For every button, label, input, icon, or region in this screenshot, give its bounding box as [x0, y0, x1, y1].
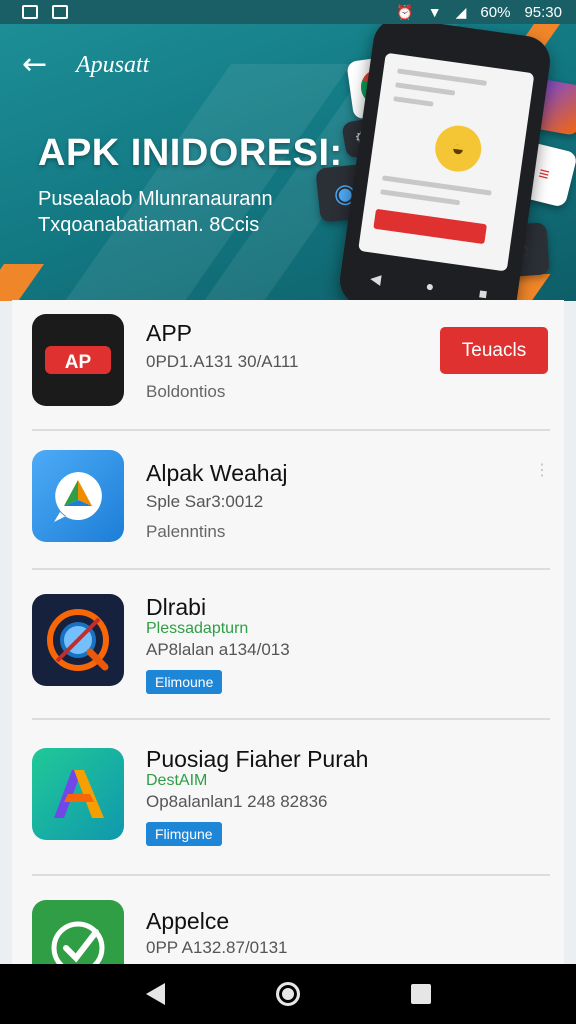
app-meta: 0PP A132.87/0131: [146, 938, 288, 957]
battery-level: 60%: [480, 3, 511, 21]
nav-recents-icon[interactable]: [410, 984, 431, 1004]
nav-back-icon[interactable]: [145, 983, 165, 1005]
signal-icon: ◢: [455, 3, 467, 20]
app-name: APP: [146, 320, 193, 346]
gallery-notification-icon: [22, 5, 38, 19]
banner-subtitle-line2: Txqoanabatiaman. 8Ccis: [38, 214, 260, 236]
list-item[interactable]: Dlrabi Plessadapturn AP8lalan a134/013 E…: [12, 570, 564, 718]
image-notification-icon: [52, 5, 68, 19]
svg-text:AP: AP: [65, 352, 92, 373]
list-item[interactable]: Puosiag Fiaher Purah DestAIM Op8alanlan1…: [12, 720, 564, 874]
header-banner: ← Apusatt APK INIDORESI: Pusealaob Mlunr…: [0, 24, 576, 301]
checkmark-icon: [32, 900, 124, 964]
phone-screen-button: [373, 208, 487, 245]
featured-app-icon: ◒: [432, 122, 485, 175]
status-bar: ⏰ ▼ ◢ 60% 95:30: [0, 0, 576, 24]
app-title: Apusatt: [76, 52, 150, 78]
category-tag[interactable]: Elimoune: [146, 670, 223, 694]
app-meta: Op8alanlan1 248 82836: [146, 792, 328, 811]
app-meta: AP8lalan a134/013: [146, 640, 290, 659]
magnifier-icon: [32, 594, 124, 686]
install-button[interactable]: Teuacls: [440, 327, 548, 374]
banner-headline: APK INIDORESI:: [38, 132, 343, 174]
system-nav-bar: [0, 964, 576, 1024]
app-name: Alpak Weahaj: [146, 460, 288, 486]
app-category: Palenntins: [146, 522, 226, 541]
back-arrow-icon[interactable]: ←: [22, 50, 47, 80]
app-list: AP APP 0PD1.A131 30/A111 Boldontios Teua…: [12, 300, 564, 964]
more-options-icon[interactable]: ⋮: [534, 460, 550, 480]
app-meta: Sple Sar3:0012: [146, 492, 264, 511]
clock: 95:30: [524, 3, 562, 21]
phone-nav-buttons: ◀ ● ■: [369, 269, 489, 301]
banner-subtitle-line1: Pusealaob Mlunranaurann: [38, 188, 273, 210]
app-name: Puosiag Fiaher Purah: [146, 746, 369, 772]
category-tag[interactable]: Flimgune: [146, 822, 222, 846]
app-developer: Plessadapturn: [146, 620, 249, 637]
list-item[interactable]: Appelce 0PP A132.87/0131: [12, 876, 564, 964]
apk-red-logo-icon: AP: [32, 314, 124, 406]
list-item[interactable]: Alpak Weahaj Sple Sar3:0012 Palenntins: [12, 430, 564, 568]
letter-a-icon: [32, 748, 124, 840]
phone-mockup: ◒ ◀ ● ■: [336, 24, 554, 301]
nav-home-icon[interactable]: [275, 982, 300, 1006]
app-name: Appelce: [146, 908, 230, 934]
alarm-icon: ⏰: [396, 3, 414, 20]
app-category: Boldontios: [146, 382, 226, 401]
list-item[interactable]: AP APP 0PD1.A131 30/A111 Boldontios Teua…: [12, 300, 564, 430]
app-developer: DestAIM: [146, 772, 208, 789]
chat-bubble-icon: [32, 450, 124, 542]
phone-screen: ◒: [358, 52, 535, 272]
wifi-icon: ▼: [427, 4, 442, 20]
app-meta: 0PD1.A131 30/A111: [146, 352, 299, 371]
app-name: Dlrabi: [146, 594, 207, 620]
